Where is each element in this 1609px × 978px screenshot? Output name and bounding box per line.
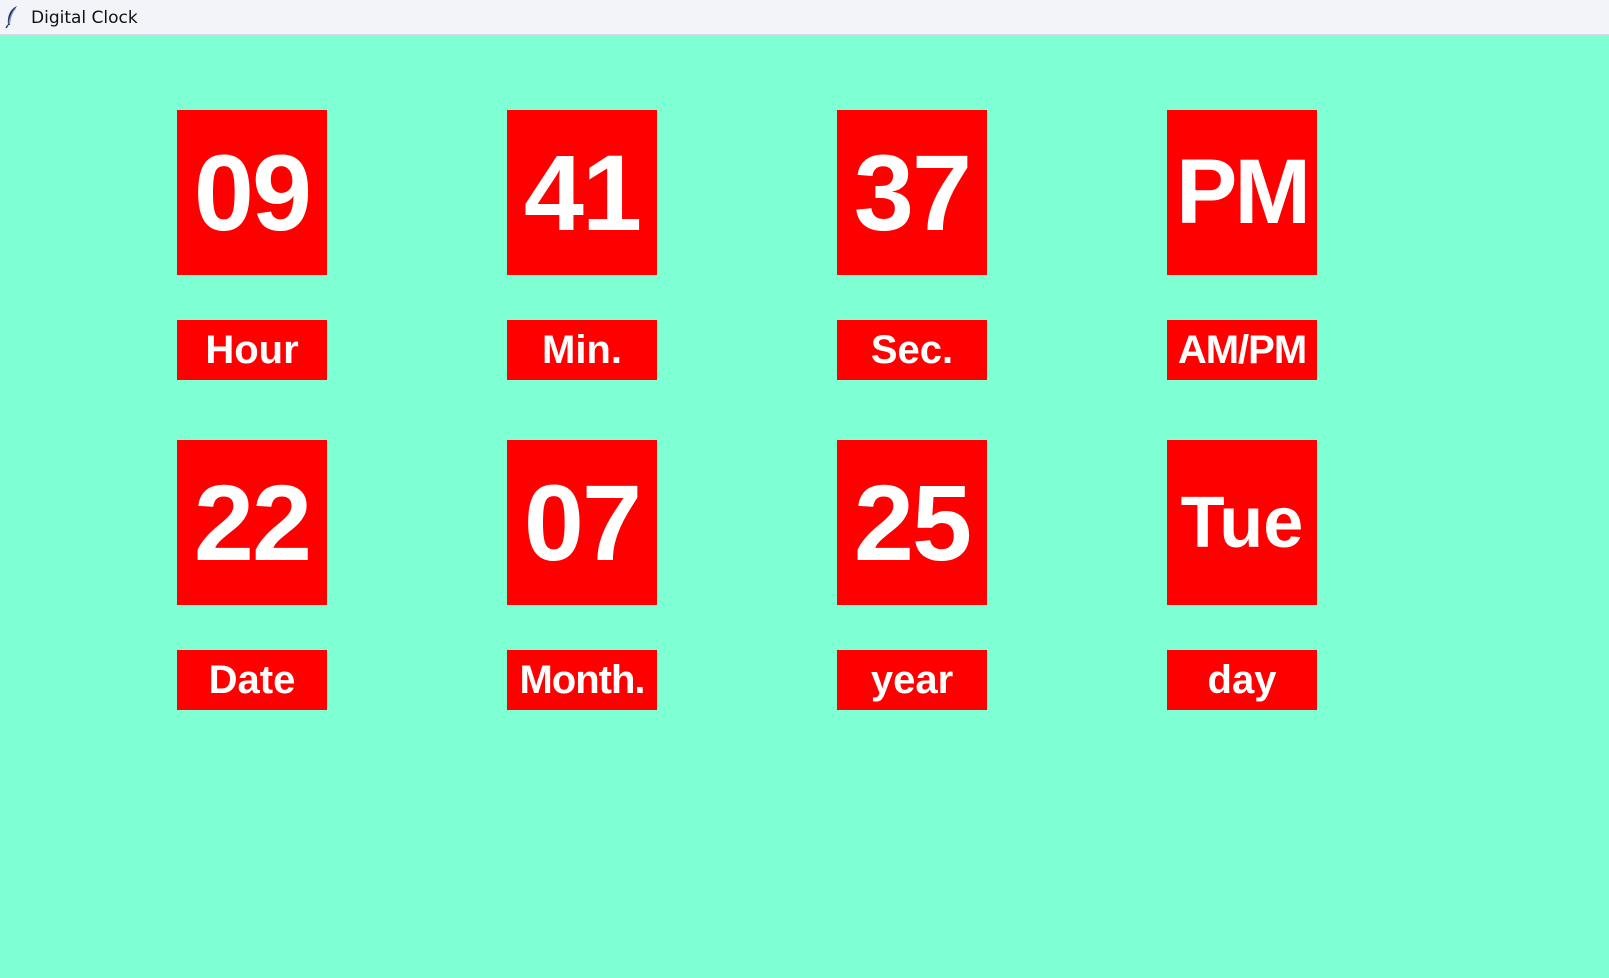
- minute-label-text: Min.: [542, 327, 622, 372]
- window-title: Digital Clock: [31, 8, 138, 28]
- second-label: Sec.: [837, 320, 987, 380]
- month-label: Month.: [507, 650, 657, 710]
- date-label: Date: [177, 650, 327, 710]
- day-value: Tue: [1180, 482, 1304, 563]
- hour-value: 09: [193, 132, 312, 253]
- clock-canvas: 09 41 37 PM Hour Min. Sec. AM/PM 22 07 2…: [0, 35, 1609, 978]
- year-display: 25: [837, 440, 987, 605]
- day-label: day: [1167, 650, 1317, 710]
- second-value: 37: [853, 132, 972, 253]
- feather-icon: [5, 6, 17, 29]
- hour-label-text: Hour: [205, 327, 299, 372]
- day-label-text: day: [1207, 657, 1277, 702]
- title-bar: Digital Clock: [0, 0, 1609, 35]
- year-label-text: year: [870, 657, 954, 702]
- minute-value: 41: [523, 132, 642, 253]
- month-display: 07: [507, 440, 657, 605]
- year-value: 25: [853, 462, 972, 583]
- minute-display: 41: [507, 110, 657, 275]
- year-label: year: [837, 650, 987, 710]
- ampm-display: PM: [1167, 110, 1317, 275]
- second-label-text: Sec.: [870, 327, 954, 372]
- hour-label: Hour: [177, 320, 327, 380]
- minute-label: Min.: [507, 320, 657, 380]
- hour-display: 09: [177, 110, 327, 275]
- date-label-text: Date: [208, 657, 296, 702]
- day-display: Tue: [1167, 440, 1317, 605]
- ampm-value: PM: [1176, 141, 1311, 243]
- month-label-text: Month.: [519, 657, 645, 702]
- second-display: 37: [837, 110, 987, 275]
- month-value: 07: [523, 462, 642, 583]
- ampm-label-text: AM/PM: [1177, 327, 1307, 372]
- date-display: 22: [177, 440, 327, 605]
- ampm-label: AM/PM: [1167, 320, 1317, 380]
- date-value: 22: [193, 462, 312, 583]
